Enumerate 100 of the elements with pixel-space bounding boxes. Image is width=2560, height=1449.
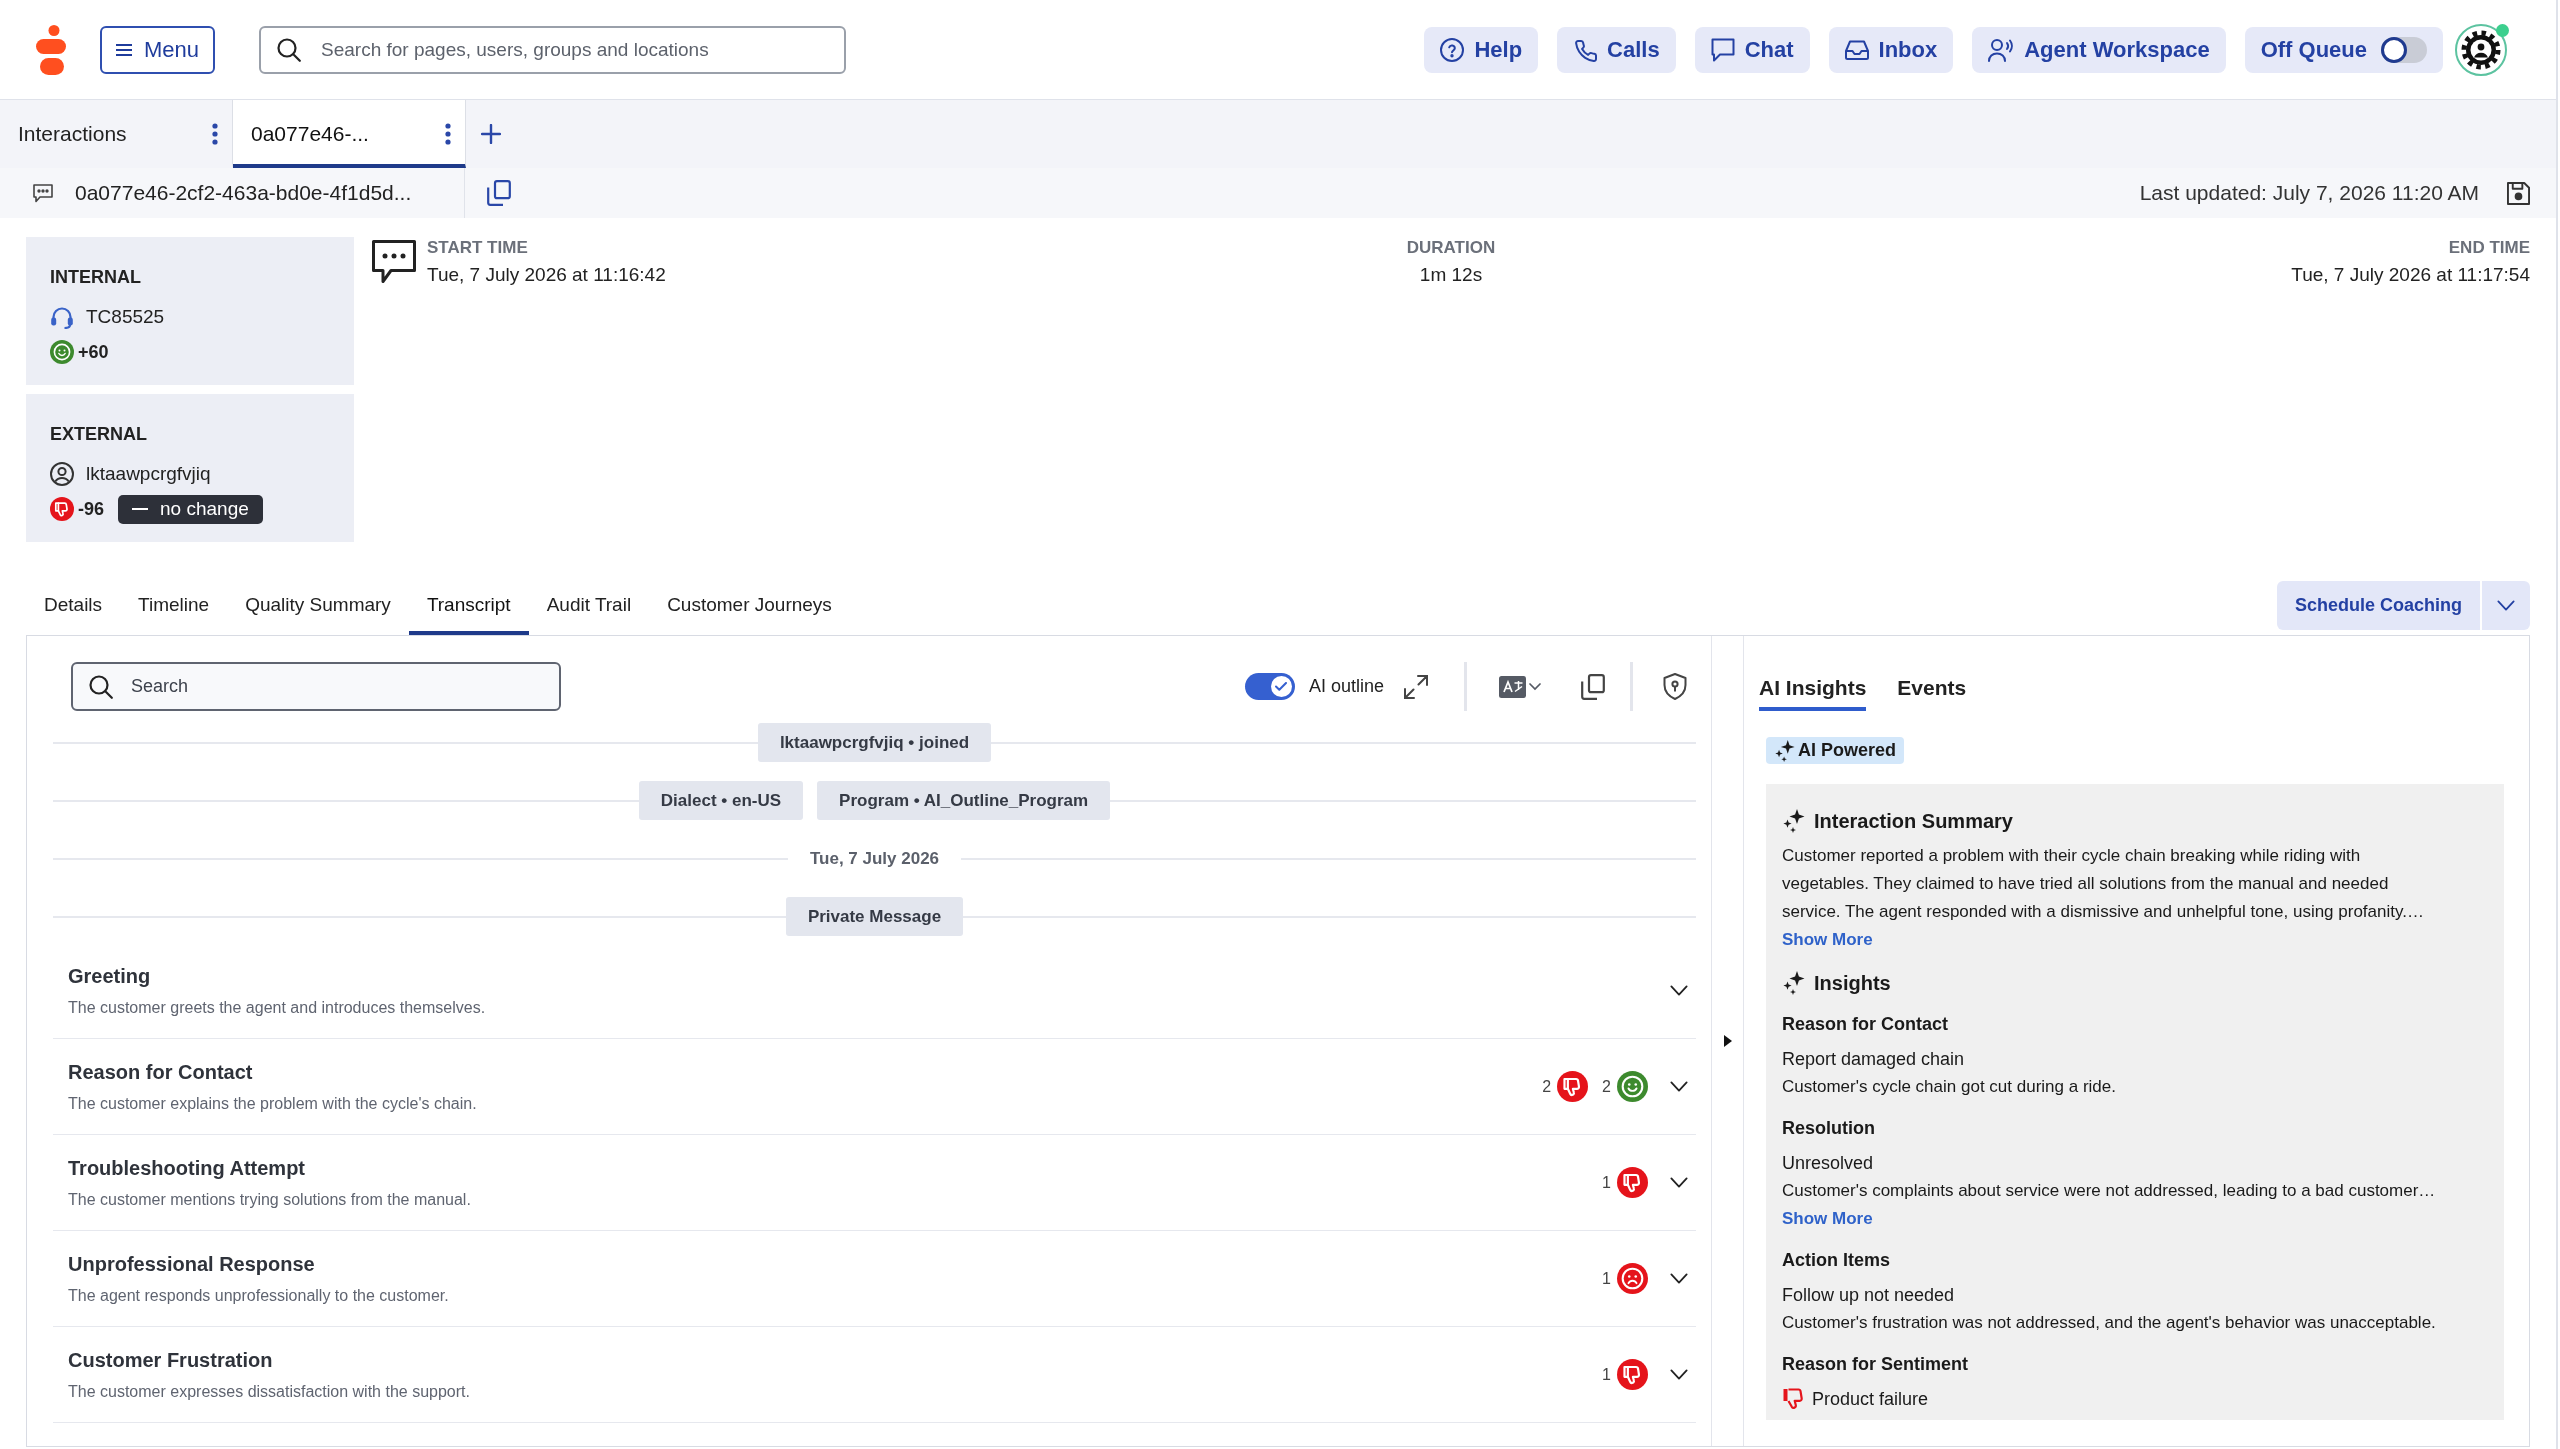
search-field[interactable]: Search for pages, users, groups and locations [259, 25, 847, 74]
agent-workspace-button[interactable]: Agent Workspace [1972, 26, 2226, 73]
search-icon [89, 674, 113, 699]
thumbs-down-icon [1557, 1071, 1589, 1102]
outline-description: The agent responds unprofessionally to the customer. [68, 1285, 449, 1306]
chat-dots-icon [33, 183, 53, 203]
time-label: START TIME [427, 237, 528, 259]
chevron-down-icon[interactable] [1670, 1273, 1688, 1284]
copy-icon[interactable] [1581, 673, 1605, 700]
detail-tab[interactable]: Details [26, 575, 121, 635]
menu-button[interactable]: Menu [100, 25, 216, 74]
toggle-switch[interactable] [1244, 673, 1295, 700]
insight-detail: Customer's frustration was not addressed, and the agent's behavior was unacceptable. [1782, 1312, 2436, 1334]
help-button[interactable]: Help [1424, 26, 1539, 73]
detail-tab[interactable]: Timeline [120, 575, 228, 635]
insight-title: Reason for Sentiment [1782, 1353, 1969, 1376]
gear-person-icon[interactable] [2455, 23, 2507, 76]
shield-icon[interactable] [1663, 673, 1687, 700]
detail-tab[interactable]: Customer Journeys [649, 575, 850, 635]
time-value: Tue, 7 July 2026 at 11:17:54 [2291, 263, 2530, 287]
chat-button[interactable]: Chat [1694, 26, 1810, 73]
schedule-coaching-button[interactable]: Schedule Coaching [2276, 580, 2480, 630]
outline-description: The customer greets the agent and introduces themselves. [68, 997, 486, 1018]
toggle-label: AI outline [1308, 675, 1384, 698]
outline-title: Greeting [68, 963, 151, 989]
sparkle-icon [1774, 739, 1796, 762]
logo-icon[interactable] [35, 24, 69, 75]
date-label: Tue, 7 July 2026 [808, 847, 941, 870]
smile-icon [1617, 1071, 1648, 1102]
outline-title: Customer Frustration [68, 1347, 273, 1373]
insight-detail: Customer's cycle chain got cut during a ride. [1782, 1076, 2116, 1098]
thumbs-down-icon [1617, 1167, 1648, 1198]
sparkle-icon [1782, 809, 1806, 833]
time-label: END TIME [2448, 237, 2530, 259]
chat-icon [1710, 37, 1735, 62]
workspace-tab[interactable]: 0a077e46-... [233, 100, 466, 168]
thumbs-down-icon [1782, 1387, 1806, 1411]
sentiment-score: +60 [78, 340, 109, 364]
expand-icon[interactable] [1404, 674, 1428, 699]
save-icon[interactable] [2507, 181, 2530, 205]
time-value: 1m 12s [1419, 263, 1483, 287]
toggle-switch[interactable] [2381, 36, 2427, 63]
detail-tab[interactable]: Quality Summary [227, 575, 409, 635]
section-heading: Insights [1814, 971, 1891, 996]
badge-text: AI Powered [1798, 739, 1897, 762]
outline-title: Reason for Contact [68, 1059, 253, 1085]
frown-icon [1617, 1263, 1648, 1294]
event-chip: lktaawpcrgfvjiq • joined [757, 723, 992, 762]
help-icon [1440, 37, 1465, 62]
insight-value: Follow up not needed [1782, 1284, 1955, 1307]
detail-tab[interactable]: Transcript [408, 575, 529, 635]
inbox-button[interactable]: Inbox [1828, 26, 1954, 73]
translate-icon[interactable] [1499, 675, 1541, 698]
kebab-icon[interactable] [212, 123, 218, 145]
dash-icon [132, 508, 148, 510]
insight-value: Unresolved [1782, 1152, 1874, 1175]
participant-role: EXTERNAL [50, 423, 147, 446]
summary-text: Customer reported a problem with their cycle chain breaking while riding with vegetables. They claimed to have tried all solutions from the manual and needed service. The agent responded with a dismissive and unhelpful tone, using profanity.… [1782, 845, 2425, 923]
show-more-link[interactable]: Show More [1782, 926, 1873, 954]
caret-icon[interactable] [1723, 1035, 1732, 1047]
time-label: DURATION [1406, 237, 1496, 259]
event-chip: Private Message [785, 897, 964, 936]
chevron-down-icon[interactable] [1670, 1369, 1688, 1380]
sentiment-score: -96 [78, 497, 104, 521]
headset-icon [50, 305, 74, 329]
thumbs-down-icon [1617, 1359, 1648, 1390]
panel-tab[interactable]: Events [1897, 675, 1967, 711]
sparkle-icon [1782, 971, 1806, 995]
copy-icon[interactable] [487, 180, 511, 206]
detail-tab[interactable]: Audit Trail [528, 575, 650, 635]
chevron-down-icon[interactable] [1670, 1081, 1688, 1092]
trend-label: no change [160, 496, 249, 521]
queue-toggle-button[interactable]: Off Queue [2244, 26, 2443, 73]
outline-title: Troubleshooting Attempt [68, 1155, 305, 1181]
event-chip: Program • AI_Outline_Program [817, 781, 1111, 820]
calls-button[interactable]: Calls [1557, 26, 1676, 73]
thumbs-down-icon [50, 497, 74, 521]
last-updated: Last updated: July 7, 2026 11:20 AM [2139, 180, 2479, 207]
chat-dots-icon [372, 240, 416, 284]
search-field[interactable]: Search [71, 662, 561, 711]
event-chip: Dialect • en-US [638, 781, 804, 820]
kebab-icon[interactable] [445, 123, 451, 145]
phone-icon [1573, 37, 1598, 62]
menu-icon [116, 43, 132, 56]
interaction-id: 0a077e46-2cf2-463a-bd0e-4f1d5d... [75, 180, 412, 207]
sentiment-count: 1 [1602, 1364, 1611, 1385]
insight-title: Resolution [1782, 1117, 1875, 1140]
show-more-link[interactable]: Show More [1782, 1205, 1873, 1233]
sentiment-count: 1 [1602, 1268, 1611, 1289]
chevron-down-icon[interactable] [2497, 599, 2515, 611]
chevron-down-icon[interactable] [1670, 985, 1688, 996]
outline-description: The customer expresses dissatisfaction with the support. [68, 1381, 470, 1402]
chevron-down-icon[interactable] [1670, 1177, 1688, 1188]
panel-tab[interactable]: AI Insights [1759, 675, 1867, 711]
plus-icon[interactable] [481, 124, 501, 144]
outline-description: The customer explains the problem with the cycle's chain. [68, 1093, 477, 1114]
outline-description: The customer mentions trying solutions from the manual. [68, 1189, 471, 1210]
insight-value: Report damaged chain [1782, 1048, 1965, 1071]
insight-title: Reason for Contact [1782, 1013, 1949, 1036]
insight-title: Action Items [1782, 1249, 1891, 1272]
